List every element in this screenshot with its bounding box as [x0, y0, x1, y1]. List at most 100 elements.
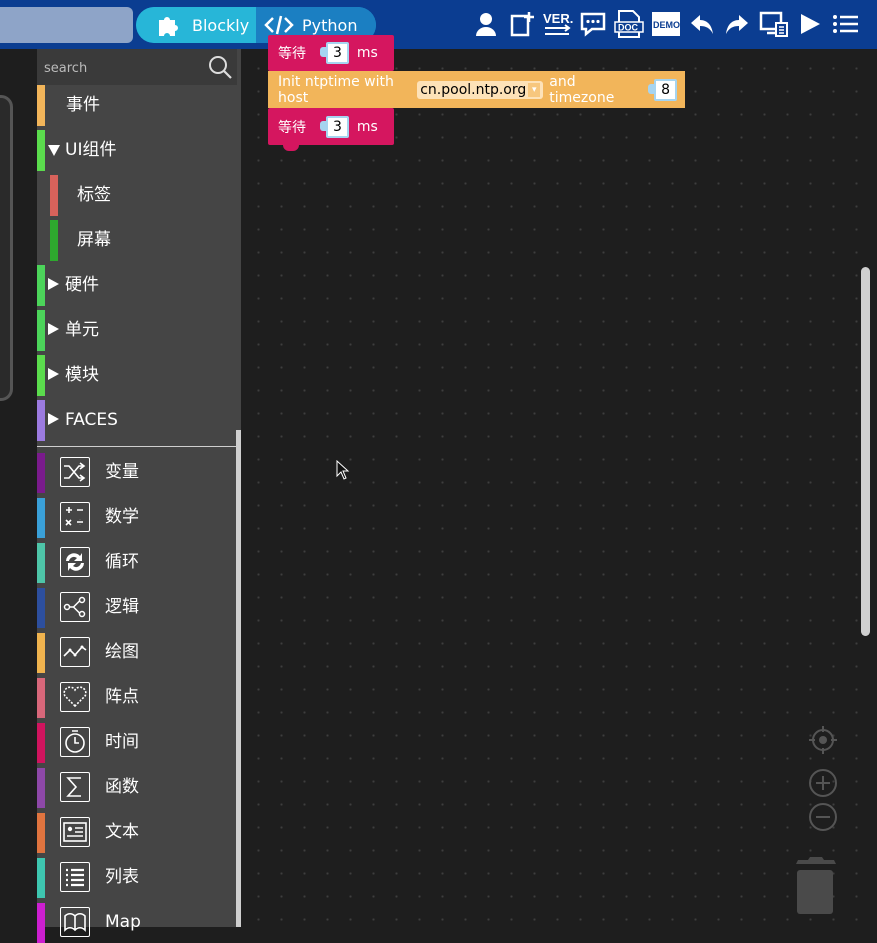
category-color-bar — [37, 633, 45, 673]
category-label: FACES — [65, 410, 118, 430]
run-icon[interactable] — [796, 10, 824, 38]
category-label: 屏幕 — [77, 230, 111, 250]
category-label: 绘图 — [105, 642, 139, 662]
search-input[interactable] — [42, 57, 196, 79]
category-0[interactable]: 事件 — [37, 85, 237, 126]
menu-icon[interactable] — [832, 10, 860, 38]
demo-icon[interactable]: DEMO — [651, 10, 681, 38]
blockly-mode-label: Blockly — [192, 15, 250, 35]
demo-icon-text: DEMO — [653, 20, 680, 30]
blockly-workspace[interactable]: 等待 3 ms Init ntptime with host cn.pool.ntp.o… — [241, 35, 877, 927]
collapsed-arrow-icon[interactable] — [48, 323, 59, 335]
workspace-scrollbar[interactable] — [861, 267, 870, 636]
wait-block[interactable]: 等待 3 ms — [268, 108, 394, 151]
category-label: 事件 — [66, 95, 100, 115]
add-page-icon[interactable] — [508, 10, 536, 38]
doc-icon-text: DOC — [618, 23, 639, 33]
category-color-bar — [37, 310, 45, 351]
builtin-category-5[interactable]: 阵点 — [37, 676, 237, 718]
recenter-icon[interactable] — [808, 725, 838, 755]
category-1[interactable]: UI组件 — [37, 130, 237, 171]
category-color-bar — [37, 723, 45, 763]
zoom-in-icon[interactable] — [808, 768, 838, 798]
category-label: 列表 — [105, 867, 139, 887]
category-label: 单元 — [65, 320, 99, 340]
category-color-bar — [37, 543, 45, 583]
category-color-bar — [37, 265, 45, 306]
undo-icon[interactable] — [688, 10, 716, 38]
wait-value-input[interactable]: 3 — [320, 42, 349, 64]
wait-unit: ms — [356, 45, 378, 61]
category-6[interactable]: 模块 — [37, 355, 237, 396]
category-label: 数学 — [105, 507, 139, 527]
builtin-category-0[interactable]: 变量 — [37, 451, 237, 493]
builtin-category-2[interactable]: 循环 — [37, 541, 237, 583]
blockly-mode-button[interactable]: Blockly — [136, 7, 256, 43]
category-label: 硬件 — [65, 275, 99, 295]
timezone-input[interactable]: 8 — [648, 78, 677, 101]
builtin-category-1[interactable]: 数学 — [37, 496, 237, 538]
builtin-category-7[interactable]: 函数 — [37, 766, 237, 808]
wait-label: 等待 — [278, 46, 306, 62]
user-icon[interactable] — [472, 10, 500, 38]
category-color-bar — [37, 355, 45, 396]
ntptime-label: Init ntptime with host — [278, 73, 394, 106]
python-mode-label: Python — [302, 15, 358, 35]
builtin-category-9[interactable]: 列表 — [37, 856, 237, 898]
trash-icon[interactable] — [794, 857, 838, 915]
graph-icon — [60, 637, 90, 667]
version-icon-text: VER. — [543, 11, 573, 26]
category-color-bar — [37, 858, 45, 898]
category-color-bar — [37, 130, 45, 171]
builtin-category-4[interactable]: 绘图 — [37, 631, 237, 673]
code-icon — [264, 15, 294, 35]
category-color-bar — [37, 903, 45, 943]
category-color-bar — [37, 85, 45, 126]
builtin-category-3[interactable]: 逻辑 — [37, 586, 237, 628]
category-color-bar — [50, 175, 58, 216]
block-notch — [283, 145, 299, 151]
collapsed-arrow-icon[interactable] — [48, 368, 59, 380]
collapsed-arrow-icon[interactable] — [48, 413, 59, 425]
category-label: UI组件 — [65, 140, 117, 160]
builtin-category-6[interactable]: 时间 — [37, 721, 237, 763]
wait-block[interactable]: 等待 3 ms — [268, 35, 394, 77]
expanded-arrow-icon[interactable] — [48, 145, 60, 156]
category-7[interactable]: FACES — [37, 400, 237, 441]
search-icon[interactable] — [207, 54, 233, 80]
wait-value-input[interactable]: 3 — [320, 115, 349, 138]
category-color-bar — [37, 813, 45, 853]
category-label: 阵点 — [105, 687, 139, 707]
category-4[interactable]: 硬件 — [37, 265, 237, 306]
version-icon[interactable]: VER. — [543, 10, 573, 38]
device-preview-frame — [0, 95, 13, 401]
toolbox-divider — [37, 446, 237, 447]
wait-unit: ms — [356, 118, 378, 135]
shuffle-icon — [60, 457, 90, 487]
builtin-category-8[interactable]: 文本 — [37, 811, 237, 853]
dropdown-arrow-icon: ▾ — [528, 82, 541, 97]
doc-icon[interactable]: DOC — [614, 10, 644, 38]
ntptime-init-block[interactable]: Init ntptime with host cn.pool.ntp.org ▾ an… — [268, 71, 685, 108]
collapsed-arrow-icon[interactable] — [48, 278, 59, 290]
category-5[interactable]: 单元 — [37, 310, 237, 351]
timezone-label: and timezone — [549, 73, 615, 106]
logic-icon — [60, 592, 90, 622]
category-color-bar — [37, 768, 45, 808]
device-tab[interactable] — [0, 7, 133, 43]
category-3[interactable]: 屏幕 — [37, 220, 237, 261]
category-2[interactable]: 标签 — [37, 175, 237, 216]
category-color-bar — [50, 220, 58, 261]
clock-icon — [60, 727, 90, 757]
host-dropdown[interactable]: cn.pool.ntp.org ▾ — [417, 80, 544, 99]
category-color-bar — [37, 400, 45, 441]
zoom-out-icon[interactable] — [808, 802, 838, 832]
wait-label: 等待 — [278, 119, 306, 136]
category-label: 模块 — [65, 365, 99, 385]
top-toolbar: Blockly Python VER. DOC DEMO — [0, 0, 877, 49]
redo-icon[interactable] — [723, 10, 751, 38]
builtin-category-10[interactable]: Map — [37, 901, 237, 943]
chat-icon[interactable] — [579, 10, 607, 38]
device-icon[interactable] — [759, 10, 789, 38]
category-color-bar — [37, 453, 45, 493]
